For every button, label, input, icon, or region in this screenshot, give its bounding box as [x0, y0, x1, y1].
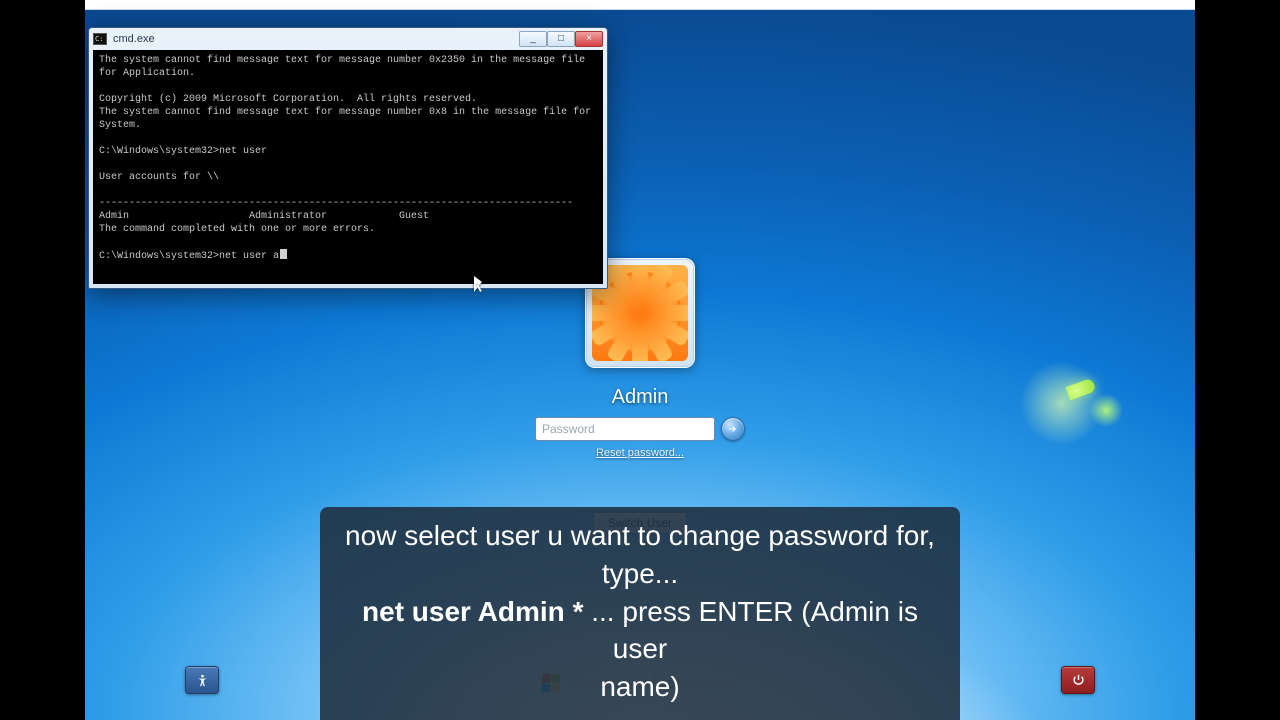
cmd-line: The system cannot find message text for … [99, 55, 591, 79]
password-input[interactable] [535, 417, 715, 441]
power-icon [1071, 673, 1086, 688]
cmd-line: User accounts for \\ [99, 172, 219, 183]
cmd-line: The command completed with one or more e… [99, 224, 375, 235]
cmd-prompt: C:\Windows\system32>net user a [99, 251, 279, 262]
cmd-output[interactable]: The system cannot find message text for … [93, 50, 603, 284]
cmd-rule: ----------------------------------------… [99, 198, 573, 209]
ease-of-access-button[interactable] [185, 666, 219, 694]
caption-line-2b: ... press ENTER (Admin is user [583, 596, 918, 665]
cmd-cursor [280, 249, 287, 259]
cmd-title: cmd.exe [113, 33, 519, 45]
username-label: Admin [535, 386, 745, 409]
decor-leaf [1065, 377, 1096, 400]
subtitle-caption: now select user u want to change passwor… [320, 507, 960, 720]
cmd-line: The system cannot find message text for … [99, 107, 597, 131]
cmd-line: Copyright (c) 2009 Microsoft Corporation… [99, 94, 477, 105]
window-controls: _ □ × [519, 31, 603, 47]
accessibility-icon [195, 673, 210, 688]
cmd-window[interactable]: cmd.exe _ □ × The system cannot find mes… [88, 27, 608, 289]
cmd-icon [93, 33, 107, 45]
caption-line-3: name) [600, 671, 679, 702]
password-row [535, 417, 745, 441]
reset-password-link[interactable]: Reset password... [535, 447, 745, 459]
arrow-right-icon [727, 423, 739, 435]
browser-top-crop [85, 0, 1195, 10]
submit-arrow-button[interactable] [721, 417, 745, 441]
cmd-accounts-row: Admin Administrator Guest [99, 211, 429, 222]
cmd-line: C:\Windows\system32>net user [99, 146, 267, 157]
stage: Admin Reset password... Switch User Wind… [0, 0, 1280, 720]
caption-bold-cmd: net user Admin * [362, 596, 583, 627]
cmd-titlebar[interactable]: cmd.exe _ □ × [89, 28, 607, 50]
power-button[interactable] [1061, 666, 1095, 694]
mouse-pointer-icon [474, 276, 486, 294]
minimize-button[interactable]: _ [519, 31, 547, 47]
caption-line-1: now select user u want to change passwor… [345, 520, 935, 589]
maximize-button[interactable]: □ [547, 31, 575, 47]
close-button[interactable]: × [575, 31, 603, 47]
